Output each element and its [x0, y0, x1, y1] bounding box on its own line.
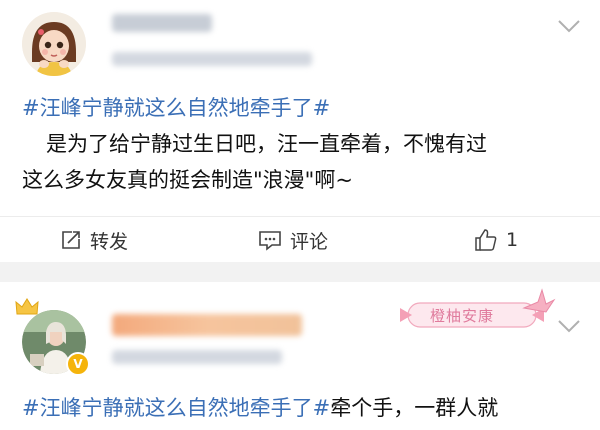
repost-label: 转发 [90, 230, 129, 253]
comment-button[interactable]: 评论 [258, 225, 328, 255]
post-text-line: 这么多女友真的挺会制造"浪漫"啊~ [22, 168, 353, 192]
verified-icon: V [66, 352, 90, 376]
post-separator [0, 262, 600, 282]
chevron-down-icon[interactable] [556, 318, 582, 334]
like-icon [475, 229, 497, 251]
username-blurred[interactable] [112, 14, 212, 32]
post-meta-blurred [112, 350, 282, 364]
post-text: #汪峰宁静就这么自然地牵手了# 是为了给宁静过生日吧，汪一直牵着，不愧有过 这么… [22, 90, 487, 198]
username-blurred[interactable] [112, 314, 302, 336]
crown-icon [15, 298, 39, 315]
post-text-line: 牵个手，一群人就 [330, 396, 499, 420]
like-count: 1 [506, 229, 519, 251]
chevron-down-icon[interactable] [556, 18, 582, 34]
post-text: #汪峰宁静就这么自然地牵手了#牵个手，一群人就 [22, 390, 498, 426]
like-button[interactable]: 1 [474, 225, 518, 255]
hashtag-link[interactable]: #汪峰宁静就这么自然地牵手了# [22, 396, 330, 420]
post-meta-blurred [112, 52, 312, 66]
repost-icon [62, 231, 80, 249]
hashtag-link[interactable]: #汪峰宁静就这么自然地牵手了# [22, 96, 330, 120]
action-bar: 转发 评论 1 [0, 216, 600, 263]
user-avatar[interactable] [22, 12, 86, 76]
paper-crane-icon [522, 288, 556, 313]
post-text-line: 是为了给宁静过生日吧，汪一直牵着，不愧有过 [46, 132, 487, 156]
user-tag-label: 橙柚安康 [430, 307, 495, 325]
comment-label: 评论 [290, 230, 329, 253]
repost-button[interactable]: 转发 [60, 225, 128, 255]
comment-icon [259, 231, 281, 251]
weibo-post-1: #汪峰宁静就这么自然地牵手了# 是为了给宁静过生日吧，汪一直牵着，不愧有过 这么… [0, 0, 600, 262]
